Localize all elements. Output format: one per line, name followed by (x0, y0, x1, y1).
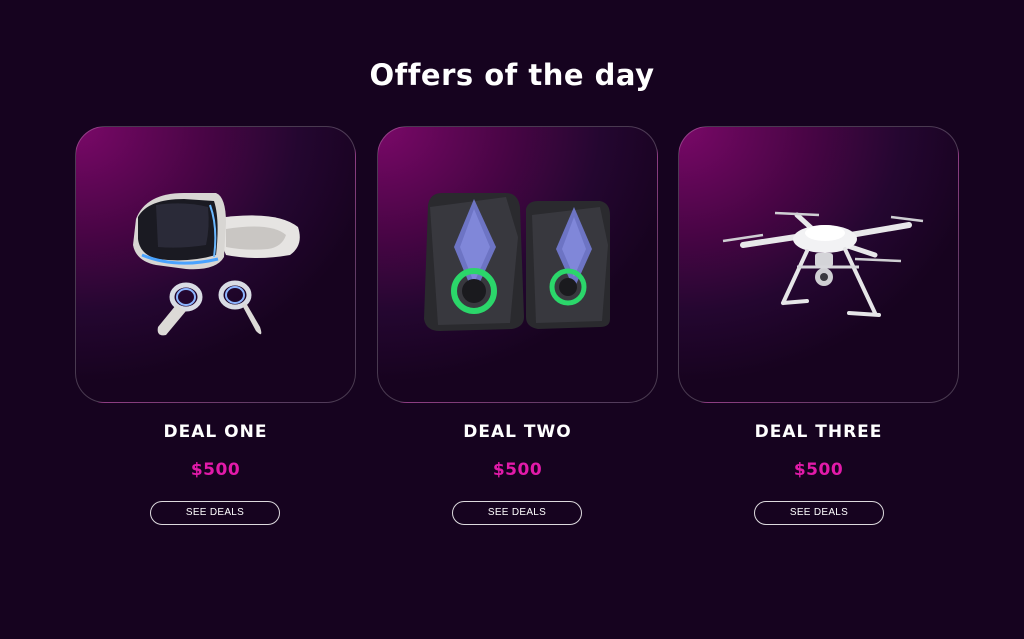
deal-one-price: $500 (190, 460, 241, 480)
deal-two-price: $500 (492, 460, 543, 480)
speakers-icon (424, 193, 610, 331)
deal-one-title: DEAL ONE (163, 422, 268, 442)
see-deals-button-two[interactable]: SEE DEALS (452, 501, 582, 525)
offers-section: Offers of the day DEAL ONE DEAL TWO DEAL… (0, 0, 1024, 639)
drone-icon (722, 211, 924, 317)
vr-headset-icon (133, 193, 300, 336)
deal-two-title: DEAL TWO (463, 422, 572, 442)
deal-three-title: DEAL THREE (754, 422, 883, 442)
deal-card-one[interactable] (75, 126, 356, 403)
deal-card-two[interactable] (377, 126, 658, 403)
section-title: Offers of the day (369, 58, 655, 92)
see-deals-button-one[interactable]: SEE DEALS (150, 501, 280, 525)
see-deals-button-three[interactable]: SEE DEALS (754, 501, 884, 525)
deal-three-price: $500 (793, 460, 844, 480)
deal-card-three[interactable] (678, 126, 959, 403)
